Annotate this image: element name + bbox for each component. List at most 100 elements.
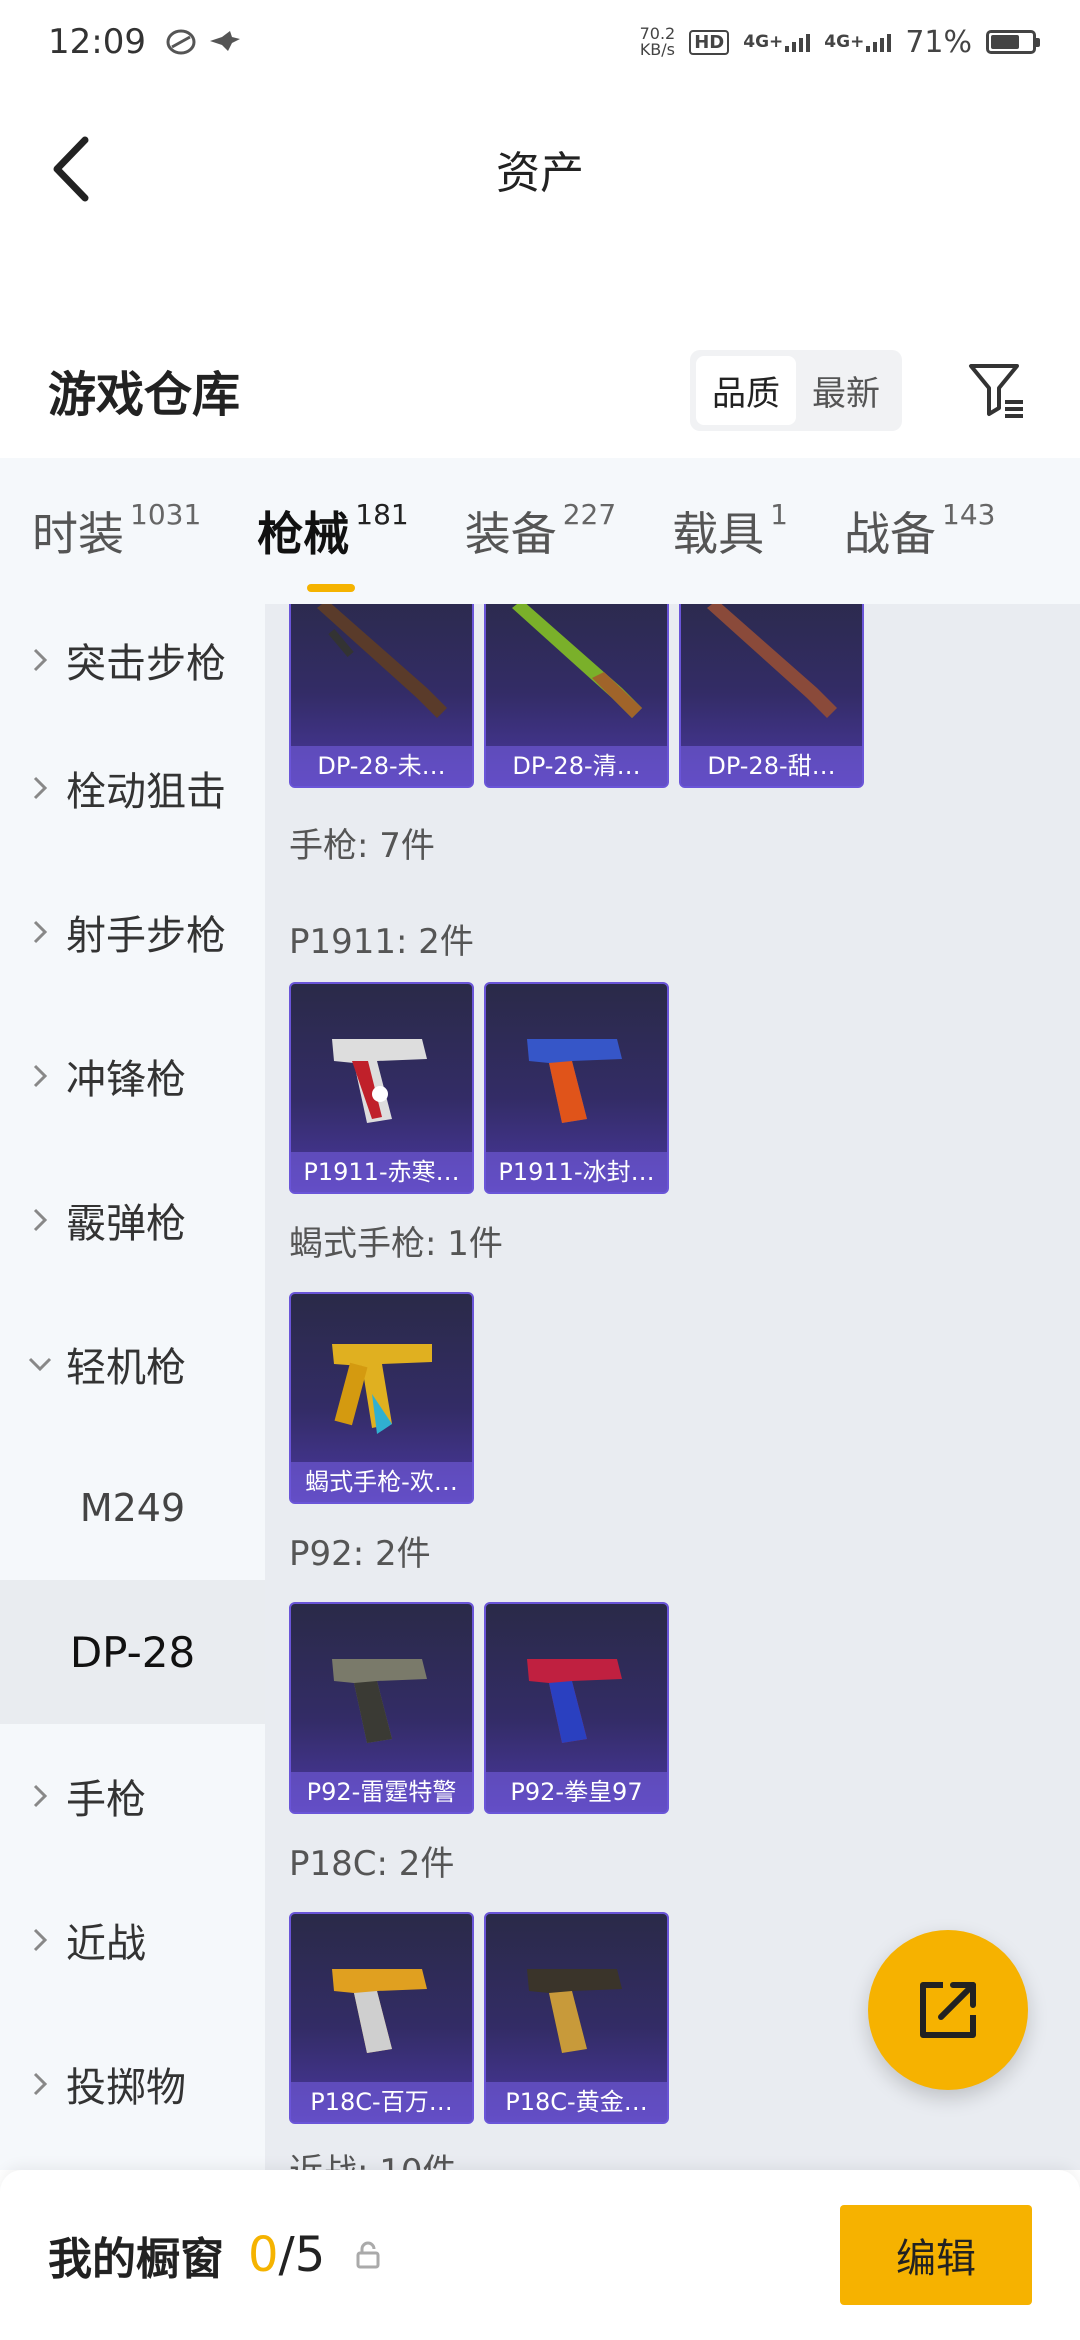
battery-icon xyxy=(986,30,1040,54)
sidebar-item-pistol[interactable]: 手枪 xyxy=(0,1724,265,1868)
tab-label: 装备 xyxy=(464,507,557,561)
sidebar-item-label: 栓动狙击 xyxy=(66,769,226,815)
sidebar-item-label: 投掷物 xyxy=(66,2065,186,2111)
pistol-icon xyxy=(331,1969,427,2053)
tab-supplies[interactable]: 战备 143 xyxy=(844,498,995,564)
chevron-right-icon xyxy=(33,648,48,672)
chevron-down-icon xyxy=(28,1357,52,1372)
signal-1: 4G+ xyxy=(743,32,811,52)
signal-2-label: 4G+ xyxy=(824,32,865,52)
dp28-rifle-icon xyxy=(316,604,447,718)
item-card[interactable]: DP-28-清… xyxy=(484,604,669,788)
scorpion-row: 蝎式手枪-欢… xyxy=(289,1292,474,1504)
lock-icon-svg xyxy=(356,2241,380,2269)
filter-icon xyxy=(969,364,1023,418)
sidebar-item-label: 冲锋枪 xyxy=(66,1057,186,1103)
tab-label: 战备 xyxy=(844,507,936,561)
tab-vehicles[interactable]: 载具 1 xyxy=(672,498,788,564)
sort-quality-option[interactable]: 品质 xyxy=(696,355,796,425)
category-tabs: 时装 1031 枪械 181 装备 227 载具 1 战备 143 xyxy=(0,458,1080,604)
hd-badge: HD xyxy=(689,29,730,55)
warehouse-row: 游戏仓库 品质 最新 xyxy=(0,330,1080,450)
tab-count: 1031 xyxy=(130,498,202,531)
bird-icon xyxy=(209,31,240,51)
showcase-count: 0/5 xyxy=(248,2227,325,2283)
item-card-name: P18C-百万… xyxy=(291,2082,472,2122)
sidebar-item-label: 射手步枪 xyxy=(66,913,226,959)
section-label-melee: 近战: 10件 xyxy=(289,2144,457,2170)
tab-equipment[interactable]: 装备 227 xyxy=(465,498,616,564)
item-card-name: P18C-黄金… xyxy=(486,2082,667,2122)
section-label-pistol: 手枪: 7件 xyxy=(289,826,435,866)
sidebar-item-smg[interactable]: 冲锋枪 xyxy=(0,1004,265,1148)
sidebar-item-label: 近战 xyxy=(66,1921,146,1967)
signal-1-label: 4G+ xyxy=(743,32,784,52)
item-card[interactable]: P92-拳皇97 xyxy=(484,1602,669,1814)
dp28-row: DP-28-未… DP-28-清… DP-28-甜… xyxy=(289,604,864,788)
chevron-right-icon xyxy=(33,1928,48,1952)
section-label-p1911: P1911: 2件 xyxy=(289,922,474,962)
item-card[interactable]: P18C-黄金… xyxy=(484,1912,669,2124)
tab-guns[interactable]: 枪械 181 xyxy=(257,498,409,592)
showcase-total: 5 xyxy=(294,2227,326,2283)
item-card-name: DP-28-甜… xyxy=(681,746,862,786)
showcase-current: 0 xyxy=(248,2227,279,2283)
chevron-right-icon xyxy=(33,1064,48,1088)
item-card[interactable]: DP-28-未… xyxy=(289,604,474,788)
smg-pistol-icon xyxy=(331,1344,432,1434)
item-card[interactable]: P92-雷霆特警 xyxy=(289,1602,474,1814)
tab-label: 载具 xyxy=(672,507,765,561)
app-notification-icon xyxy=(166,29,196,55)
sidebar-subitem-m249[interactable]: M249 xyxy=(0,1436,265,1580)
tab-count: 181 xyxy=(355,498,409,531)
chevron-right-icon xyxy=(33,1208,48,1232)
sidebar-item-melee[interactable]: 近战 xyxy=(0,1868,265,2012)
pistol-icon xyxy=(526,1659,622,1743)
item-card-name: P1911-赤寒… xyxy=(291,1152,472,1192)
item-card-name: 蝎式手枪-欢… xyxy=(291,1462,472,1502)
sidebar-item-label: 突击步枪 xyxy=(66,641,226,687)
sidebar-item-shotgun[interactable]: 霰弹枪 xyxy=(0,1148,265,1292)
item-card-name: P92-拳皇97 xyxy=(486,1772,667,1812)
tab-fashion[interactable]: 时装 1031 xyxy=(32,498,201,564)
tab-count: 143 xyxy=(942,498,996,531)
item-card-name: P92-雷霆特警 xyxy=(291,1772,472,1812)
sidebar-item-lmg[interactable]: 轻机枪 xyxy=(0,1292,265,1436)
signal-bars-icon xyxy=(785,34,811,52)
item-card[interactable]: P1911-赤寒… xyxy=(289,982,474,1194)
net-speed-unit: KB/s xyxy=(639,40,676,59)
status-time: 12:09 xyxy=(48,22,146,62)
item-card[interactable]: DP-28-甜… xyxy=(679,604,864,788)
item-card[interactable]: P18C-百万… xyxy=(289,1912,474,2124)
status-right: 70.2 KB/s HD 4G+ 4G+ 71% xyxy=(640,24,1040,60)
showcase-title: 我的橱窗 xyxy=(48,2234,224,2285)
signal-bars-icon xyxy=(866,34,892,52)
dp28-rifle-icon xyxy=(511,604,642,718)
sidebar-item-throwable[interactable]: 投掷物 xyxy=(0,2012,265,2156)
sidebar-subitem-dp28[interactable]: DP-28 xyxy=(0,1580,265,1724)
sort-newest-option[interactable]: 最新 xyxy=(796,356,896,425)
item-card[interactable]: 蝎式手枪-欢… xyxy=(289,1292,474,1504)
status-bar: 12:09 70.2 KB/s HD 4G+ 4G+ 71% xyxy=(0,0,1080,84)
item-card-name: DP-28-清… xyxy=(486,746,667,786)
page-header: 资产 xyxy=(0,84,1080,254)
pistol-icon xyxy=(331,1039,427,1123)
battery-percent: 71% xyxy=(905,24,972,60)
sidebar-item-assault-rifle[interactable]: 突击步枪 xyxy=(0,604,265,716)
status-notification-icons xyxy=(166,29,242,55)
chevron-right-icon xyxy=(33,776,48,800)
back-button[interactable] xyxy=(40,129,100,209)
edit-button[interactable]: 编辑 xyxy=(840,2205,1032,2305)
dp28-rifle-icon xyxy=(706,604,837,718)
net-speed: 70.2 KB/s xyxy=(640,26,676,58)
item-card[interactable]: P1911-冰封… xyxy=(484,982,669,1194)
section-label-scorpion: 蝎式手枪: 1件 xyxy=(289,1224,503,1264)
sidebar-item-bolt-sniper[interactable]: 栓动狙击 xyxy=(0,716,265,860)
p18c-row: P18C-百万… P18C-黄金… xyxy=(289,1912,669,2124)
sidebar-item-marksman-rifle[interactable]: 射手步枪 xyxy=(0,860,265,1004)
share-button[interactable] xyxy=(868,1930,1028,2090)
tab-label: 枪械 xyxy=(257,507,350,561)
sidebar-item-label: 手枪 xyxy=(66,1777,146,1823)
p1911-row: P1911-赤寒… P1911-冰封… xyxy=(289,982,669,1194)
filter-button[interactable] xyxy=(962,355,1032,425)
